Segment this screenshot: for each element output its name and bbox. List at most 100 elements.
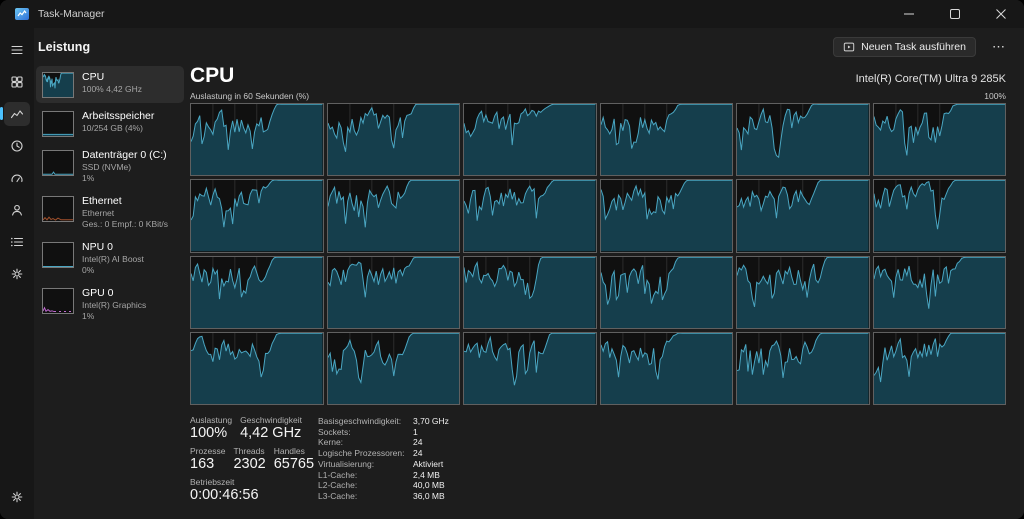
detail-row: Virtualisierung:Aktiviert — [318, 459, 449, 470]
detail-label: Kerne: — [318, 437, 413, 448]
stat-threads: Threads2302 — [233, 446, 265, 473]
core-graph-20[interactable] — [463, 332, 597, 405]
nav-performance[interactable] — [4, 102, 30, 126]
perf-item-subtext: 0% — [82, 265, 144, 276]
core-graph-3[interactable] — [600, 103, 734, 176]
perf-item-title: NPU 0 — [82, 241, 144, 254]
detail-value: 36,0 MB — [413, 491, 445, 502]
detail-row: L1-Cache:2,4 MB — [318, 470, 449, 481]
core-graph-9[interactable] — [600, 179, 734, 252]
user-icon — [10, 203, 24, 217]
nav-app-history[interactable] — [4, 134, 30, 158]
core-graph-7[interactable] — [327, 179, 461, 252]
close-button[interactable] — [978, 0, 1024, 28]
core-graph-19[interactable] — [327, 332, 461, 405]
close-icon — [996, 9, 1006, 19]
cpu-mini-graph — [42, 72, 74, 98]
perf-item-title: Datenträger 0 (C:) — [82, 149, 167, 162]
stat-label: Threads — [233, 446, 265, 456]
detail-label: L2-Cache: — [318, 480, 413, 491]
task-manager-app-icon — [14, 6, 30, 22]
perf-item-subtext: Intel(R) Graphics — [82, 300, 146, 311]
detail-label: Virtualisierung: — [318, 459, 413, 470]
stat-label: Prozesse — [190, 446, 225, 456]
perf-item-subtext: SSD (NVMe) — [82, 162, 167, 173]
minimize-button[interactable] — [886, 0, 932, 28]
perf-item-title: Arbeitsspeicher — [82, 110, 154, 123]
core-graph-21[interactable] — [600, 332, 734, 405]
perf-item-npu0[interactable]: NPU 0Intel(R) AI Boost0% — [36, 236, 184, 280]
core-graph-8[interactable] — [463, 179, 597, 252]
core-graph-4[interactable] — [736, 103, 870, 176]
detail-label: Basisgeschwindigkeit: — [318, 416, 413, 427]
core-graph-11[interactable] — [873, 179, 1007, 252]
detail-label: L1-Cache: — [318, 470, 413, 481]
minimize-icon — [904, 9, 914, 19]
stat-value: 65765 — [274, 456, 314, 473]
perf-item-cpu[interactable]: CPU100% 4,42 GHz — [36, 66, 184, 103]
perf-item-memory[interactable]: Arbeitsspeicher10/254 GB (4%) — [36, 105, 184, 142]
core-graph-14[interactable] — [463, 256, 597, 329]
detail-value: 3,70 GHz — [413, 416, 449, 427]
perf-item-gpu0[interactable]: GPU 0Intel(R) Graphics1% — [36, 282, 184, 326]
core-graph-1[interactable] — [327, 103, 461, 176]
core-graph-12[interactable] — [190, 256, 324, 329]
perf-item-subtext: 1% — [82, 173, 167, 184]
core-graph-23[interactable] — [873, 332, 1007, 405]
stat-prozesse: Prozesse163 — [190, 446, 225, 473]
core-graph-15[interactable] — [600, 256, 734, 329]
nav-startup-apps[interactable] — [4, 166, 30, 190]
detail-value: 24 — [413, 437, 422, 448]
run-new-task-button[interactable]: Neuen Task ausführen — [833, 37, 976, 57]
run-task-icon — [843, 41, 855, 53]
core-graph-13[interactable] — [327, 256, 461, 329]
window-title: Task-Manager — [38, 8, 105, 20]
core-graph-18[interactable] — [190, 332, 324, 405]
detail-value: 24 — [413, 448, 422, 459]
nav-details[interactable] — [4, 230, 30, 254]
stat-geschwindigkeit: Geschwindigkeit4,42 GHz — [240, 415, 302, 442]
core-graph-17[interactable] — [873, 256, 1007, 329]
stat-value: 0:00:46:56 — [190, 487, 259, 504]
detail-row: Logische Prozessoren:24 — [318, 448, 449, 459]
perf-item-disk0[interactable]: Datenträger 0 (C:)SSD (NVMe)1% — [36, 144, 184, 188]
nav-services[interactable] — [4, 262, 30, 286]
speedometer-icon — [10, 171, 24, 185]
stat-label: Betriebszeit — [190, 477, 259, 487]
cpu-stats-summary: Auslastung100%Geschwindigkeit4,42 GHzPro… — [190, 415, 312, 508]
detail-row: Sockets:1 — [318, 427, 449, 438]
core-graph-10[interactable] — [736, 179, 870, 252]
settings-button[interactable] — [4, 485, 30, 509]
nav-menu-button[interactable] — [4, 38, 30, 62]
clock-icon — [10, 139, 24, 153]
task-manager-window: Task-Manager — [0, 0, 1024, 519]
nav-users[interactable] — [4, 198, 30, 222]
run-new-task-label: Neuen Task ausführen — [861, 41, 966, 53]
cpu-stats-details: Basisgeschwindigkeit:3,70 GHzSockets:1Ke… — [318, 415, 449, 508]
core-graph-6[interactable] — [190, 179, 324, 252]
detail-row: L3-Cache:36,0 MB — [318, 491, 449, 502]
core-graph-22[interactable] — [736, 332, 870, 405]
perf-item-ethernet[interactable]: EthernetEthernetGes.: 0 Empf.: 0 KBit/s — [36, 190, 184, 234]
per-core-graph-grid — [190, 103, 1006, 405]
core-graph-2[interactable] — [463, 103, 597, 176]
performance-icon — [10, 107, 24, 121]
more-options-button[interactable]: ⋯ — [986, 36, 1012, 58]
maximize-button[interactable] — [932, 0, 978, 28]
stat-value: 2302 — [233, 456, 265, 473]
detail-label: L3-Cache: — [318, 491, 413, 502]
performance-sidebar: CPU100% 4,42 GHzArbeitsspeicher10/254 GB… — [36, 66, 184, 326]
stat-value: 100% — [190, 425, 232, 442]
stat-value: 4,42 GHz — [240, 425, 302, 442]
perf-item-subtext: 100% 4,42 GHz — [82, 84, 142, 95]
hamburger-icon — [10, 43, 24, 57]
cpu-heading: CPU — [190, 64, 234, 88]
detail-row: Basisgeschwindigkeit:3,70 GHz — [318, 416, 449, 427]
maximize-icon — [950, 9, 960, 19]
core-graph-5[interactable] — [873, 103, 1007, 176]
perf-item-subtext: Ges.: 0 Empf.: 0 KBit/s — [82, 219, 168, 230]
core-graph-16[interactable] — [736, 256, 870, 329]
nav-processes[interactable] — [4, 70, 30, 94]
core-graph-0[interactable] — [190, 103, 324, 176]
nav-rail — [0, 28, 34, 519]
